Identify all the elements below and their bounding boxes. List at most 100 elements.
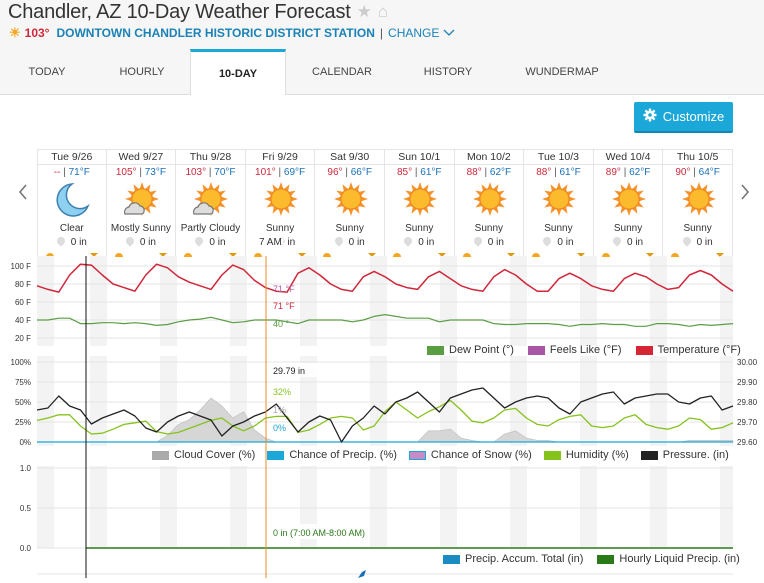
night-band: [230, 466, 247, 548]
low-temp: 73°F: [144, 167, 166, 178]
legend-hourly-liquid[interactable]: Hourly Liquid Precip. (in): [597, 553, 740, 565]
y-tick-label: 80 F: [15, 280, 31, 289]
day-date: Thu 10/5: [663, 150, 732, 165]
low-temp: 61°F: [420, 167, 442, 178]
night-band: [370, 466, 387, 548]
tab-calendar[interactable]: CALENDAR: [286, 50, 398, 94]
night-band: [580, 466, 597, 548]
day-temps: 96° | 66°F: [315, 167, 384, 179]
forecast-day[interactable]: Wed 9/27 105° | 73°F Mostly Sunny 0 in: [106, 150, 177, 257]
tab-wundermap[interactable]: WUNDERMAP: [498, 50, 626, 94]
tooltip-cloud-cover: 1%: [273, 405, 286, 415]
precip-legend: Precip. Accum. Total (in) Hourly Liquid …: [443, 553, 740, 565]
temp-separator: |: [693, 167, 696, 178]
sun-icon: [385, 179, 454, 221]
sun-icon: [315, 179, 384, 221]
sun-icon: [524, 179, 593, 221]
sun-icon: [663, 179, 732, 221]
next-arrow-icon[interactable]: [740, 180, 750, 206]
night-band: [37, 256, 54, 346]
forecast-day[interactable]: Thu 10/5 90° | 64°F Sunny 0 in: [663, 150, 733, 257]
day-condition: Sunny: [474, 223, 504, 234]
day-condition: Clear: [59, 223, 84, 234]
legend-label: Dew Point (°): [449, 344, 514, 356]
legend-dew-point[interactable]: Dew Point (°): [427, 344, 514, 356]
night-band: [580, 256, 597, 346]
forecast-day[interactable]: Tue 10/3 88° | 61°F Sunny 0 in: [524, 150, 594, 257]
night-band: [90, 256, 107, 346]
day-condition: Sunny: [683, 223, 712, 234]
forecast-day[interactable]: Sat 9/30 96° | 66°F Sunny 0 in: [315, 150, 385, 257]
legend-label: Chance of Snow (%): [430, 449, 532, 461]
night-band: [370, 356, 387, 446]
y-tick-label: 0.0: [20, 544, 32, 553]
tooltip-pressure: 29.79 in: [273, 366, 305, 376]
y-tick-label-right: 29.90: [737, 378, 758, 387]
sun-icon: [246, 179, 315, 221]
legend-label: Precip. Accum. Total (in): [465, 553, 584, 565]
forecast-day[interactable]: Mon 10/2 88° | 62°F Sunny 0 in: [454, 150, 525, 257]
legend-swatch: [152, 450, 169, 460]
precip-amount: 0 in: [418, 237, 435, 248]
forecast-day[interactable]: Tue 9/26 -- | 71°F Clear 0 in: [37, 150, 107, 257]
y-tick-label: 25%: [15, 418, 31, 427]
legend-chance-of-snow[interactable]: Chance of Snow (%): [408, 449, 532, 461]
charts-svg: 100 F 80 F 60 F 40 F 20 F 71 °F 71 °F 40 ° 100% 7…: [11, 256, 758, 578]
low-temp: 69°F: [283, 167, 306, 178]
legend-label: Pressure. (in): [662, 449, 729, 461]
tab-history[interactable]: HISTORY: [398, 50, 498, 94]
night-band: [90, 466, 107, 548]
high-temp: 89°: [605, 167, 621, 178]
low-temp: 70°F: [214, 167, 236, 178]
day-precip: 0 in: [385, 235, 454, 248]
legend-label: Temperature (°F): [657, 344, 741, 356]
legend-pressure[interactable]: Pressure. (in): [640, 449, 729, 461]
high-temp: 103°: [185, 167, 207, 178]
legend-cloud-cover[interactable]: Cloud Cover (%): [152, 449, 255, 461]
previous-arrow-icon[interactable]: [18, 180, 28, 206]
legend-swatch: [597, 554, 615, 564]
home-icon[interactable]: ⌂: [378, 2, 388, 22]
tab-hourly[interactable]: HOURLY: [94, 50, 190, 94]
y-tick-label: 0%: [19, 438, 31, 447]
forecast-day[interactable]: Thu 9/28 103° | 70°F Partly Cloudy 0 in: [176, 150, 246, 257]
day-temps: 101° | 69°F: [246, 167, 315, 179]
day-condition: Sunny: [613, 223, 643, 234]
y-tick-label: 1.0: [20, 464, 32, 473]
day-temps: 105° | 73°F: [107, 167, 176, 179]
temp-separator: |: [554, 167, 557, 178]
day-precip: 0 in: [455, 235, 524, 248]
high-temp: --: [53, 167, 61, 178]
y-tick-label: 40 F: [15, 316, 31, 325]
day-temps: 88° | 61°F: [524, 167, 593, 179]
tab-10-day[interactable]: 10-DAY: [190, 49, 286, 95]
legend-humidity[interactable]: Humidity (%): [543, 449, 629, 461]
day-condition: Sunny: [335, 223, 364, 234]
legend-precip-accum[interactable]: Precip. Accum. Total (in): [443, 553, 583, 565]
change-station-link[interactable]: CHANGE: [388, 26, 439, 40]
temp-separator: |: [278, 167, 282, 178]
forecast-day[interactable]: Sun 10/1 85° | 61°F Sunny 0 in: [384, 150, 455, 257]
tab-today[interactable]: TODAY: [0, 50, 94, 94]
day-temps: 85° | 61°F: [385, 167, 454, 179]
day-date: Wed 9/27: [106, 150, 176, 165]
y-tick-label-right: 29.80: [737, 398, 758, 407]
customize-button[interactable]: Customize: [634, 102, 733, 133]
day-condition: Partly Cloudy: [180, 223, 241, 234]
forecast-day[interactable]: Wed 10/4 89° | 62°F Sunny 0 in: [593, 150, 664, 257]
y-tick-label: 75%: [15, 378, 31, 387]
tooltip-chance-of-precip: 0%: [273, 423, 286, 433]
star-icon[interactable]: ★: [357, 2, 372, 22]
low-temp: 62°F: [489, 167, 512, 178]
y-tick-label: 60 F: [15, 298, 31, 307]
raindrop-icon: [472, 235, 484, 247]
legend-feels-like[interactable]: Feels Like (°F): [527, 344, 622, 356]
tab-bar: TODAY HOURLY 10-DAY CALENDAR HISTORY WUN…: [0, 49, 764, 95]
chevron-down-icon[interactable]: [443, 26, 455, 40]
precip-amount: 0 in: [139, 237, 156, 248]
high-temp: 105°: [115, 167, 137, 178]
station-name-link[interactable]: DOWNTOWN CHANDLER HISTORIC DISTRICT STAT…: [56, 26, 374, 40]
legend-temperature[interactable]: Temperature (°F): [635, 344, 741, 356]
low-temp: 71°F: [68, 167, 90, 178]
legend-chance-of-precip[interactable]: Chance of Precip. (%): [267, 449, 397, 461]
